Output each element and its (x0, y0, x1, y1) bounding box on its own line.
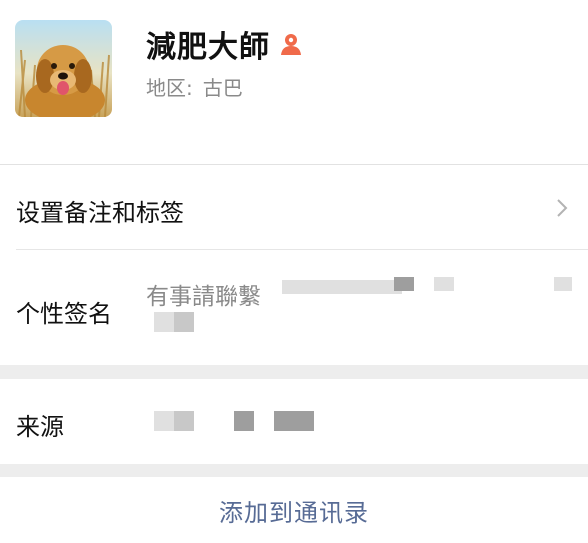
redacted-block (234, 411, 254, 431)
add-to-contacts-button[interactable]: 添加到通讯录 (0, 477, 588, 543)
chevron-right-icon (557, 199, 568, 217)
info-card: 设置备注和标签 个性签名 有事請聯繫 (0, 165, 588, 365)
region-row: 地区: 古巴 (146, 72, 243, 101)
redacted-block (154, 411, 174, 431)
signature-text: 有事請聯繫 (146, 284, 261, 310)
region-value: 古巴 (202, 76, 243, 100)
dog-avatar-image (15, 20, 112, 117)
signature-row: 个性签名 有事請聯繫 (0, 250, 588, 365)
source-row: 来源 (0, 379, 588, 464)
avatar[interactable] (15, 20, 112, 117)
signature-label: 个性签名 (16, 300, 112, 328)
contact-name: 減肥大師 (146, 30, 270, 65)
remark-label: 设置备注和标签 (16, 199, 184, 227)
name-row: 減肥大師 (146, 22, 304, 66)
redacted-block (282, 280, 402, 294)
redacted-block (174, 312, 194, 332)
remark-and-tags-row[interactable]: 设置备注和标签 (0, 165, 588, 249)
redacted-block (274, 411, 314, 431)
female-person-icon (278, 31, 304, 57)
redacted-block (174, 411, 194, 431)
profile-header: 減肥大師 地区: 古巴 (0, 0, 588, 164)
action-card: 添加到通讯录 (0, 477, 588, 543)
redacted-block (554, 277, 572, 291)
redacted-block (154, 312, 174, 332)
redacted-block (394, 277, 414, 291)
source-label: 来源 (16, 413, 64, 441)
region-label: 地区: (146, 76, 193, 100)
redacted-block (434, 277, 454, 291)
